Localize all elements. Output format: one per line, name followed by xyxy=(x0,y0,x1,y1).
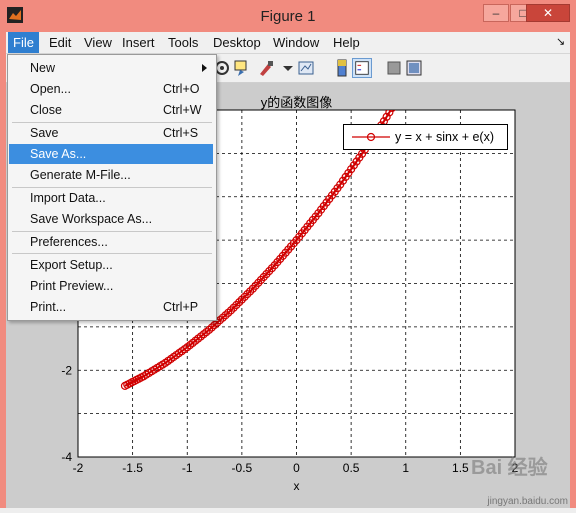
menu-item-print-preview[interactable]: Print Preview... xyxy=(9,276,213,296)
x-tick-label: -0.5 xyxy=(232,461,253,475)
y-tick-label: -2 xyxy=(61,363,72,377)
series-marker xyxy=(427,38,434,45)
x-tick-label: -2 xyxy=(73,461,84,475)
series-marker xyxy=(435,22,442,29)
series-marker xyxy=(430,33,437,40)
menu-item-close[interactable]: Close Ctrl+W xyxy=(9,100,213,120)
submenu-arrow-icon xyxy=(202,64,207,72)
menu-item-print[interactable]: Print... Ctrl+P xyxy=(9,297,213,317)
x-tick-label: 1 xyxy=(402,461,409,475)
y-tick-label: -4 xyxy=(61,450,72,464)
menu-separator xyxy=(12,253,212,254)
menu-item-export-setup[interactable]: Export Setup... xyxy=(9,255,213,275)
x-axis-label: x xyxy=(294,479,300,493)
series-marker xyxy=(416,58,423,65)
legend[interactable]: y = x + sinx + e(x) xyxy=(343,124,508,150)
x-tick-label: -1 xyxy=(182,461,193,475)
x-tick-label: -1.5 xyxy=(122,461,143,475)
menu-item-save-as[interactable]: Save As... xyxy=(9,144,213,164)
series-marker xyxy=(438,17,445,24)
file-menu-dropdown: New Open... Ctrl+O Close Ctrl+W Save Ctrl+S… xyxy=(7,54,217,321)
series-marker xyxy=(432,28,439,35)
figure-window: Figure 1 – □ ✕ File Edit View Insert Too… xyxy=(0,0,576,513)
menu-item-open[interactable]: Open... Ctrl+O xyxy=(9,79,213,99)
x-tick-label: 0 xyxy=(293,461,300,475)
series-marker xyxy=(419,53,426,60)
series-marker xyxy=(405,77,412,84)
menu-item-generate-mfile[interactable]: Generate M-File... xyxy=(9,165,213,185)
series-marker xyxy=(443,6,450,13)
legend-label: y = x + sinx + e(x) xyxy=(395,130,494,144)
series-marker xyxy=(402,82,409,89)
bottom-strip xyxy=(0,508,576,513)
series-marker xyxy=(440,11,447,18)
x-tick-label: 1.5 xyxy=(452,461,469,475)
watermark-text: jingyan.baidu.com xyxy=(487,496,568,507)
menu-item-save[interactable]: Save Ctrl+S xyxy=(9,123,213,143)
menu-item-new[interactable]: New xyxy=(9,58,213,78)
menu-item-import-data[interactable]: Import Data... xyxy=(9,188,213,208)
series-marker xyxy=(448,0,455,3)
watermark-logo: Bai 经验 xyxy=(471,457,548,479)
x-tick-label: 0.5 xyxy=(343,461,360,475)
series-marker xyxy=(413,63,420,70)
series-marker xyxy=(446,1,453,8)
legend-line-icon xyxy=(352,132,390,142)
menu-item-save-workspace[interactable]: Save Workspace As... xyxy=(9,209,213,229)
menu-item-preferences[interactable]: Preferences... xyxy=(9,232,213,252)
series-marker xyxy=(408,73,415,80)
series-marker xyxy=(410,68,417,75)
series-marker xyxy=(421,48,428,55)
series-marker xyxy=(424,44,431,51)
